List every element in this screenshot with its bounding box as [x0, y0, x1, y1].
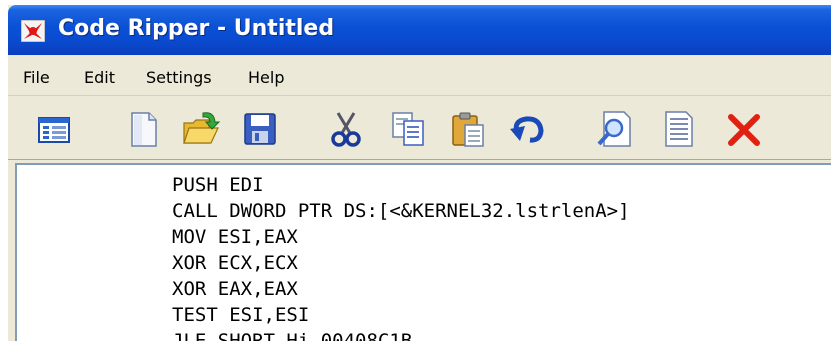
menu-bar: File Edit Settings Help: [8, 55, 831, 96]
menu-help[interactable]: Help: [248, 68, 284, 87]
code-editor[interactable]: PUSH EDI CALL DWORD PTR DS:[<&KERNEL32.l…: [15, 163, 831, 341]
cut-icon: [331, 112, 361, 147]
code-line: XOR EAX,EAX: [172, 278, 298, 300]
code-line: JLE SHORT Hi.00408C1B: [172, 330, 413, 341]
find-icon: [597, 111, 631, 147]
view-button[interactable]: [34, 109, 74, 149]
copy-icon: [392, 112, 424, 146]
menu-settings[interactable]: Settings: [146, 68, 212, 87]
undo-icon: [510, 116, 544, 143]
menu-file[interactable]: File: [23, 68, 50, 87]
code-line: CALL DWORD PTR DS:[<&KERNEL32.lstrlenA>]: [172, 200, 630, 222]
properties-button[interactable]: [658, 109, 698, 149]
code-line: TEST ESI,ESI: [172, 304, 310, 326]
paste-button[interactable]: [448, 109, 488, 149]
code-line: XOR ECX,ECX: [172, 252, 298, 274]
delete-button[interactable]: [724, 109, 764, 149]
properties-icon: [665, 111, 693, 147]
delete-icon: [728, 114, 760, 146]
save-icon: [244, 113, 276, 145]
app-logo-icon: [21, 20, 45, 42]
view-icon: [38, 117, 70, 143]
window-title: Code Ripper - Untitled: [58, 16, 335, 41]
title-bar[interactable]: Code Ripper - Untitled: [8, 5, 831, 55]
new-file-button[interactable]: [123, 109, 163, 149]
find-button[interactable]: [594, 109, 634, 149]
new-file-icon: [131, 112, 157, 147]
paste-icon: [452, 112, 484, 147]
save-button[interactable]: [240, 109, 280, 149]
cut-button[interactable]: [326, 109, 366, 149]
undo-button[interactable]: [508, 109, 548, 149]
code-line: PUSH EDI: [172, 174, 264, 196]
copy-button[interactable]: [388, 109, 428, 149]
code-line: MOV ESI,EAX: [172, 226, 298, 248]
open-folder-icon: [183, 112, 221, 144]
app-window: Code Ripper - Untitled File Edit Setting…: [8, 5, 831, 341]
open-button[interactable]: [181, 109, 221, 149]
menu-edit[interactable]: Edit: [84, 68, 115, 87]
toolbar: [8, 96, 831, 160]
